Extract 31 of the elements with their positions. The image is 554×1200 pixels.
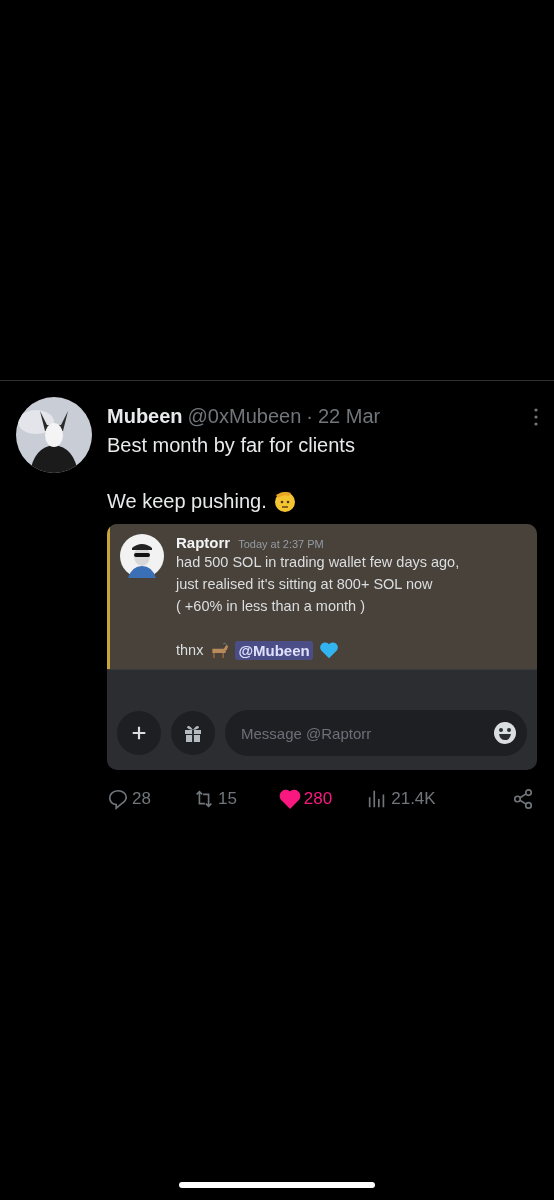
heart-icon[interactable] [278, 788, 301, 810]
post-text: We keep pushing. [107, 489, 267, 514]
message-input[interactable]: Message @Raptorr [225, 710, 527, 756]
reply-icon[interactable] [107, 788, 129, 810]
author-handle[interactable]: @0xMubeen [187, 405, 302, 428]
like-count: 280 [303, 789, 333, 809]
view-count: 21.4K [391, 789, 436, 809]
message-time: Today at 2:37 PM [238, 538, 324, 550]
share-icon[interactable] [512, 788, 534, 810]
post-text: Best month by far for clients [107, 433, 355, 458]
reply-count: 28 [132, 789, 151, 809]
gift-button[interactable] [171, 711, 215, 755]
add-button[interactable] [117, 711, 161, 755]
chat-username: Raptorr [176, 534, 231, 551]
author-name[interactable]: Mubeen [107, 405, 183, 428]
emoji-icon[interactable] [493, 721, 517, 745]
message-text: thnx [176, 641, 204, 660]
gift-icon [183, 723, 203, 743]
saluting-face-icon [272, 489, 297, 513]
message-text: had 500 SOL in trading wallet few days ago, [176, 553, 460, 572]
message-text: just realised it's sitting at 800+ SOL now [176, 575, 434, 594]
post-date[interactable]: 22 Mar [317, 405, 381, 428]
more-options-icon[interactable] [534, 407, 538, 426]
repost-count: 15 [217, 789, 237, 809]
heart-icon [318, 641, 339, 659]
plus-icon [130, 724, 148, 742]
user-mention[interactable]: @Mubeen [235, 640, 313, 660]
goat-icon [209, 641, 230, 659]
separator-dot: · [306, 405, 313, 428]
message-text: ( +60% in less than a month ) [176, 597, 366, 616]
user-avatar [120, 534, 164, 578]
